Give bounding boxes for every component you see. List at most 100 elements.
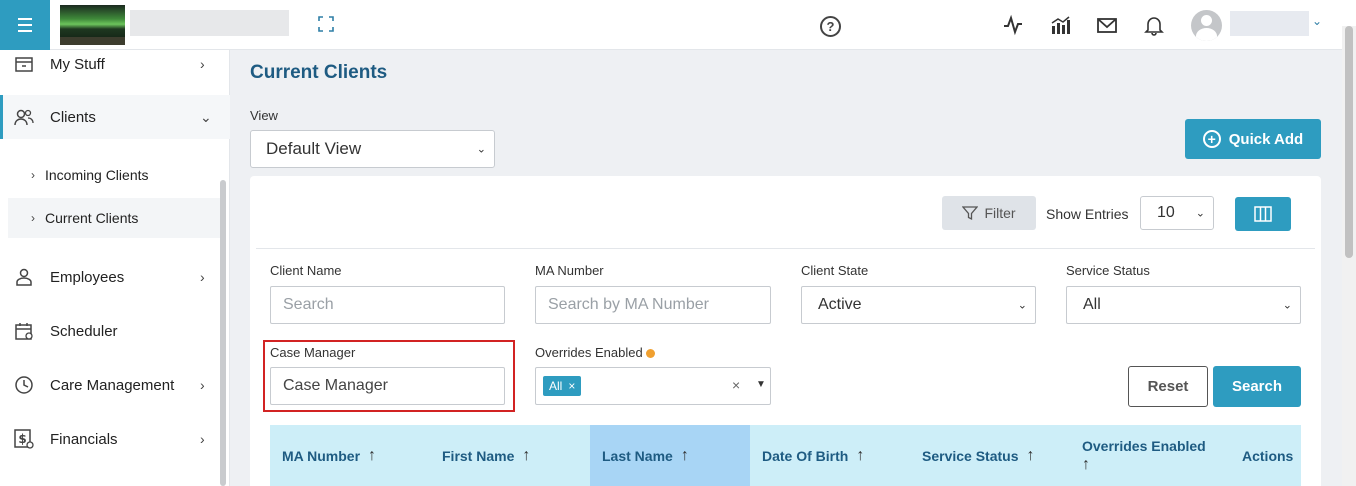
reset-button[interactable]: Reset (1128, 366, 1208, 407)
client-name-input[interactable]: Search (270, 286, 505, 324)
chevron-down-icon: ⌄ (1195, 207, 1205, 220)
column-header-label: MA Number (282, 447, 361, 464)
columns-toggle-button[interactable] (1235, 197, 1291, 231)
search-button[interactable]: Search (1213, 366, 1301, 407)
sidebar-item-scheduler[interactable]: Scheduler (0, 309, 230, 353)
users-icon (14, 109, 34, 126)
archive-icon (15, 57, 33, 72)
sidebar-subitem-current-clients[interactable]: › Current Clients (8, 198, 222, 238)
column-header-overrides-enabled[interactable]: Overrides Enabled ↑ (1082, 425, 1206, 486)
dollar-icon: $ (14, 429, 34, 449)
chevron-right-icon: › (31, 211, 35, 225)
ma-number-label: MA Number (535, 263, 604, 278)
case-manager-value: Case Manager (283, 377, 388, 394)
chart-icon[interactable] (1049, 14, 1071, 36)
ma-number-input[interactable]: Search by MA Number (535, 286, 771, 324)
column-header-label: Last Name (602, 447, 673, 464)
chevron-right-icon: › (200, 56, 205, 72)
filter-button[interactable]: Filter (942, 196, 1036, 230)
funnel-icon (962, 206, 979, 221)
filter-label: Filter (984, 205, 1016, 221)
sidebar-item-label: Scheduler (50, 322, 118, 340)
card-divider (256, 248, 1315, 249)
sidebar-subitem-label: Incoming Clients (45, 167, 149, 183)
show-entries-label: Show Entries (1046, 206, 1129, 222)
client-name-placeholder: Search (283, 296, 334, 313)
chevron-down-icon: ⌄ (1017, 299, 1027, 312)
client-state-select[interactable]: Active ⌄ (801, 286, 1036, 324)
sidebar-item-my-stuff[interactable]: My Stuff › (0, 42, 230, 86)
column-header-ma-number[interactable]: MA Number ↑ (282, 425, 376, 486)
column-header-service-status[interactable]: Service Status ↑ (922, 425, 1035, 486)
activity-icon[interactable] (1002, 14, 1024, 36)
plus-circle-icon: + (1202, 130, 1221, 148)
service-status-select[interactable]: All ⌄ (1066, 286, 1301, 324)
column-header-first-name[interactable]: First Name ↑ (442, 425, 530, 486)
sidebar-item-label: Care Management (50, 376, 175, 394)
sidebar-subitem-incoming-clients[interactable]: › Incoming Clients (8, 155, 222, 195)
chevron-down-icon: ⌄ (1282, 299, 1292, 312)
hamburger-icon (18, 16, 32, 34)
user-name-redacted[interactable] (1230, 11, 1309, 36)
entries-value: 10 (1157, 204, 1175, 221)
page-scrollbar-thumb[interactable] (1345, 26, 1353, 258)
quick-add-button[interactable]: + Quick Add (1185, 119, 1321, 159)
column-header-label: Service Status (922, 447, 1019, 464)
organization-name-redacted (130, 10, 289, 36)
column-header-label: Overrides Enabled (1082, 437, 1206, 454)
service-status-value: All (1083, 296, 1101, 313)
mail-icon[interactable] (1096, 14, 1118, 36)
help-icon[interactable]: ? (820, 16, 841, 37)
chevron-right-icon: › (200, 431, 205, 447)
sidebar-item-label: Clients (50, 108, 96, 126)
sort-up-icon: ↑ (680, 446, 689, 464)
page-scrollbar[interactable] (1342, 26, 1356, 486)
column-header-label: Actions (1242, 447, 1294, 464)
case-manager-label: Case Manager (270, 345, 356, 360)
client-state-value: Active (818, 296, 862, 313)
caret-down-icon[interactable]: ▼ (756, 379, 766, 390)
sidebar-item-label: Financials (50, 430, 118, 448)
column-header-label: Date Of Birth (762, 447, 849, 464)
view-select-value: Default View (266, 139, 362, 158)
sidebar-item-care-management[interactable]: Care Management › (0, 363, 230, 407)
view-select[interactable]: Default View ⌄ (250, 130, 495, 168)
fullscreen-icon[interactable] (318, 16, 334, 32)
chevron-down-icon: ⌄ (476, 143, 486, 156)
sort-up-icon: ↑ (856, 446, 865, 464)
chevron-down-icon: ⌄ (200, 108, 212, 125)
sidebar-item-financials[interactable]: $ Financials › (0, 417, 230, 461)
overrides-enabled-label: Overrides Enabled (535, 345, 655, 360)
table-header: MA Number ↑ First Name ↑ Last Name ↑ Dat… (270, 425, 1301, 486)
client-name-label: Client Name (270, 263, 342, 278)
user-avatar[interactable] (1191, 10, 1222, 41)
sidebar-item-label: My Stuff (50, 55, 105, 73)
sort-up-icon: ↑ (1026, 446, 1035, 464)
sidebar-scrollbar[interactable] (220, 180, 226, 486)
case-manager-input[interactable]: Case Manager (270, 367, 505, 405)
chevron-right-icon: › (200, 377, 205, 393)
chevron-down-icon[interactable]: ⌄ (1312, 14, 1322, 28)
svg-text:$: $ (18, 432, 26, 446)
clock-icon (15, 376, 33, 394)
tag-remove-icon[interactable]: × (568, 379, 575, 393)
clear-icon[interactable]: × (732, 377, 740, 393)
calendar-icon (15, 323, 33, 340)
sidebar: My Stuff › Clients ⌄ › Incoming Clients … (0, 50, 230, 486)
sort-up-icon: ↑ (522, 446, 531, 464)
sidebar-item-employees[interactable]: Employees › (0, 255, 230, 299)
client-state-label: Client State (801, 263, 869, 278)
quick-add-label: Quick Add (1228, 130, 1304, 148)
sidebar-item-clients[interactable]: Clients ⌄ (0, 95, 230, 139)
sort-up-icon: ↑ (368, 446, 377, 464)
chevron-right-icon: › (31, 168, 35, 182)
page-title: Current Clients (250, 62, 388, 83)
entries-select[interactable]: 10 ⌄ (1140, 196, 1214, 230)
column-header-label: First Name (442, 447, 515, 464)
column-header-last-name[interactable]: Last Name ↑ (590, 425, 750, 486)
bell-icon[interactable] (1143, 14, 1165, 36)
info-dot-icon (645, 349, 655, 359)
service-status-label: Service Status (1066, 263, 1150, 278)
column-header-date-of-birth[interactable]: Date Of Birth ↑ (762, 425, 864, 486)
view-label: View (250, 108, 278, 123)
